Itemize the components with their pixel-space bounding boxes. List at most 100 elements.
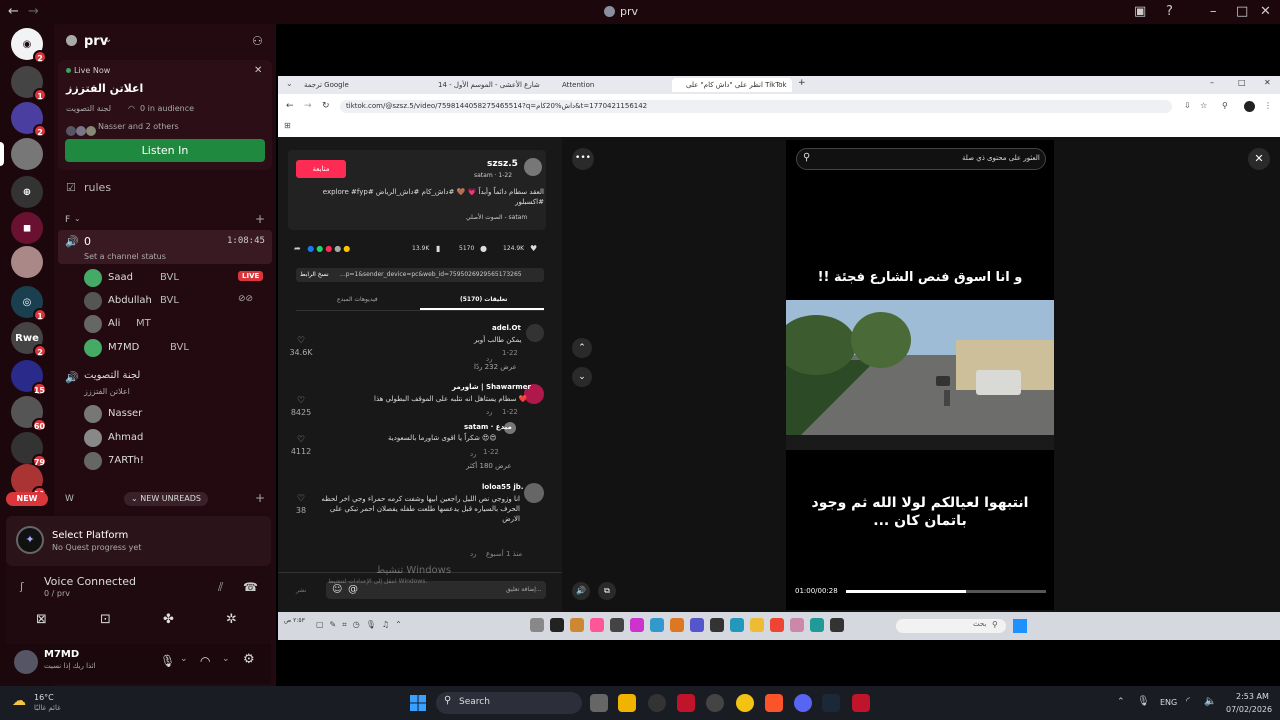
- view-replies[interactable]: عرض 232 ردًا: [474, 363, 517, 371]
- disconnect-icon[interactable]: ☎: [243, 580, 258, 594]
- category-f[interactable]: F: [65, 215, 70, 225]
- tab-creator-videos[interactable]: فيديوهات المبدع: [337, 296, 378, 303]
- server-icon[interactable]: ◼: [11, 212, 43, 244]
- reply-button[interactable]: رد: [470, 450, 477, 458]
- remote-tray-icons[interactable]: ▢✎⌗◷🎙♫⌃: [316, 620, 408, 630]
- comment-heart-icon[interactable]: ♡: [286, 336, 316, 346]
- server-icon[interactable]: ◎ 1: [11, 286, 47, 322]
- help-icon[interactable]: ?: [1166, 4, 1173, 19]
- avatar[interactable]: [526, 324, 544, 342]
- new-badge[interactable]: NEW: [6, 492, 48, 506]
- tab-comments[interactable]: تعليقات (5170): [460, 296, 507, 303]
- share-icons[interactable]: ➦ ●●●●●: [294, 244, 352, 253]
- mention-icon[interactable]: @: [348, 584, 358, 595]
- taskbar-search[interactable]: [436, 692, 582, 714]
- rules-channel[interactable]: rules: [84, 181, 111, 194]
- task-view-icon[interactable]: [590, 694, 608, 712]
- noise-suppression-icon[interactable]: ⫽: [218, 580, 223, 595]
- tab-search-icon[interactable]: ⌄: [286, 79, 293, 88]
- close-live-icon[interactable]: ✕: [254, 65, 262, 76]
- copy-link-button[interactable]: نسخ الرابط: [300, 271, 329, 278]
- steam-client-icon[interactable]: [822, 694, 840, 712]
- add-channel-icon[interactable]: +: [255, 491, 265, 505]
- comment-author[interactable]: satam · مبدع: [464, 423, 512, 431]
- back-arrow-icon[interactable]: ←: [8, 4, 19, 19]
- set-channel-status[interactable]: Set a channel status: [84, 252, 166, 261]
- new-unreads-button[interactable]: ⌄ NEW UNREADS: [124, 492, 208, 506]
- follow-button[interactable]: متابعة: [296, 160, 346, 178]
- volume-icon[interactable]: 🔈: [1204, 696, 1216, 707]
- settings-gear-icon[interactable]: ⚙: [243, 652, 255, 667]
- forward-arrow-icon[interactable]: →: [28, 4, 39, 19]
- next-video-icon[interactable]: ⌄: [572, 367, 592, 387]
- forward-icon[interactable]: →: [304, 101, 312, 111]
- quest-card[interactable]: [6, 516, 271, 566]
- chrome-icon[interactable]: [736, 694, 754, 712]
- new-tab-icon[interactable]: +: [798, 78, 806, 88]
- maximize-icon[interactable]: □: [1236, 4, 1248, 19]
- volume-icon[interactable]: 🔊: [572, 582, 590, 600]
- home-icon[interactable]: ◉ 2: [11, 28, 47, 64]
- language[interactable]: ENG: [1160, 698, 1177, 707]
- author-avatar[interactable]: [524, 158, 542, 176]
- reload-icon[interactable]: ↻: [322, 101, 330, 111]
- address-bar[interactable]: tiktok.com/@szsz.5/video/759814405827546…: [340, 100, 1172, 113]
- camera-off-icon[interactable]: ⊠: [36, 612, 47, 627]
- comment-author[interactable]: شاورمر | Shawarmer: [452, 383, 531, 391]
- comment-icon[interactable]: ●: [480, 244, 487, 253]
- server-icon[interactable]: ⊕: [11, 176, 43, 208]
- voice-connected-channel[interactable]: 0 / prv: [44, 589, 70, 598]
- tray-chevron-icon[interactable]: ⌃: [1117, 697, 1125, 707]
- post-button[interactable]: نشر: [296, 587, 306, 594]
- mini-player-icon[interactable]: ⧉: [598, 582, 616, 600]
- server-icon[interactable]: 1: [11, 66, 47, 102]
- sound-name[interactable]: الصوت الأصلي - satam: [466, 214, 527, 221]
- bookmark-icon[interactable]: ☆: [1200, 101, 1207, 110]
- comment-author[interactable]: loloa55 jb.: [482, 483, 523, 491]
- soundboard-icon[interactable]: ✲: [226, 612, 237, 627]
- category-w[interactable]: W: [65, 494, 74, 504]
- voice-user[interactable]: Saad BVL LIVE: [84, 269, 272, 287]
- microphone-icon[interactable]: 🎙: [160, 654, 175, 668]
- profile-avatar[interactable]: [1244, 101, 1255, 112]
- more-options-icon[interactable]: •••: [572, 148, 594, 170]
- tab-translate[interactable]: ترجمة Google: [300, 78, 412, 92]
- search-icon[interactable]: ⚲: [803, 152, 810, 163]
- tab-tiktok-active[interactable]: انظر على "داش كام" على TikTok: [672, 78, 792, 92]
- extensions-icon[interactable]: ⚲: [1222, 101, 1228, 110]
- heart-icon[interactable]: ♥: [530, 244, 537, 253]
- add-member-icon[interactable]: ⚇: [252, 34, 263, 48]
- voice-user[interactable]: Ali MT: [84, 315, 272, 333]
- back-icon[interactable]: ←: [286, 101, 294, 111]
- server-icon[interactable]: 60: [11, 396, 47, 432]
- reply-button[interactable]: رد: [486, 408, 493, 416]
- discord-icon[interactable]: [794, 694, 812, 712]
- voice-channel-name[interactable]: لجنة التصويت: [84, 370, 140, 381]
- reply-button[interactable]: رد: [486, 355, 493, 363]
- server-icon[interactable]: 2: [11, 102, 47, 138]
- file-explorer-icon[interactable]: [618, 694, 636, 712]
- brave-icon[interactable]: [765, 694, 783, 712]
- reply-button[interactable]: رد: [470, 550, 477, 558]
- min-icon[interactable]: –: [1210, 78, 1214, 87]
- minimize-icon[interactable]: –: [1210, 4, 1217, 19]
- chevron-down-icon[interactable]: ⌄: [180, 654, 188, 664]
- previous-video-icon[interactable]: ⌃: [572, 338, 592, 358]
- headphones-icon[interactable]: ◠: [200, 654, 210, 668]
- comment-author[interactable]: adel.Ot: [492, 324, 521, 332]
- start-icon[interactable]: [410, 695, 426, 711]
- github-icon[interactable]: [706, 694, 724, 712]
- inbox-icon[interactable]: ▣: [1134, 4, 1146, 19]
- server-icon[interactable]: 15: [11, 360, 47, 396]
- wifi-icon[interactable]: ◜: [1186, 696, 1190, 707]
- user-avatar[interactable]: [14, 650, 38, 674]
- emoji-icon[interactable]: ☺: [332, 584, 342, 595]
- view-replies[interactable]: عرض 180 أكثر: [466, 462, 512, 470]
- voice-user[interactable]: Abdullah BVL ⊘⊘: [84, 292, 272, 310]
- add-channel-icon[interactable]: +: [255, 212, 265, 226]
- voice-channel-name[interactable]: 0: [84, 235, 91, 248]
- max-icon[interactable]: □: [1238, 78, 1246, 87]
- apps-icon[interactable]: ⊞: [284, 121, 291, 130]
- server-icon-active[interactable]: [0, 138, 43, 170]
- chevron-down-icon[interactable]: ⌄: [104, 34, 112, 45]
